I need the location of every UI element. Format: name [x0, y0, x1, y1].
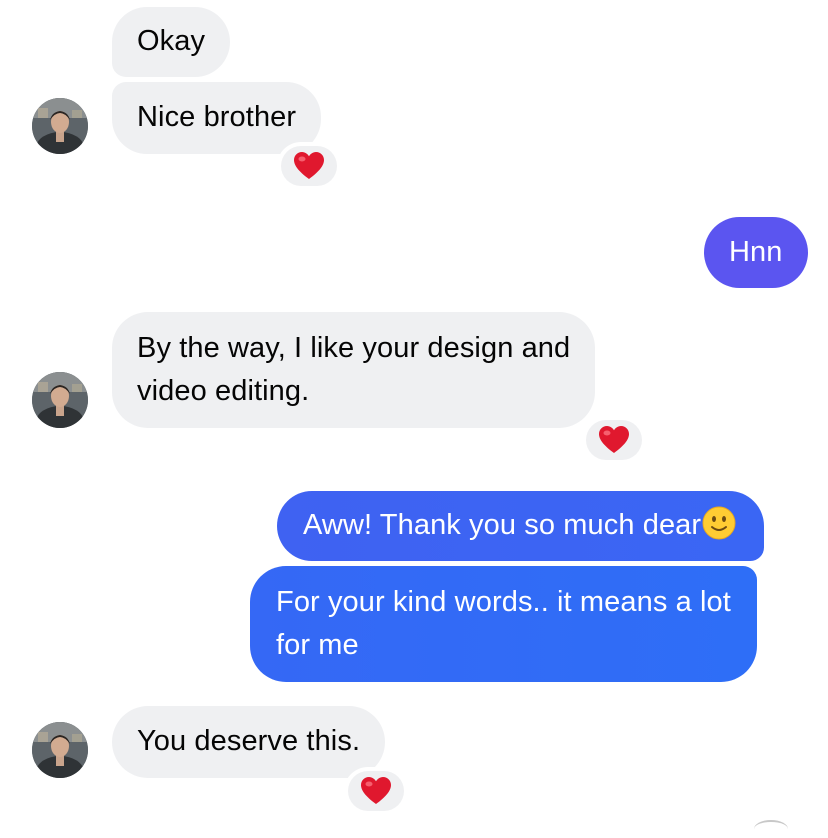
slightly-smiling-face-icon	[702, 506, 736, 540]
avatar[interactable]	[32, 98, 88, 154]
red-heart-icon	[599, 426, 629, 453]
heart-reaction[interactable]	[348, 771, 404, 811]
outgoing-message-bubble[interactable]: For your kind words.. it means a lot for…	[250, 566, 757, 682]
red-heart-icon	[361, 777, 391, 804]
avatar-photo-icon	[32, 372, 88, 428]
message-text: Okay	[137, 25, 206, 57]
incoming-message-bubble[interactable]: Okay	[112, 7, 231, 77]
avatar-photo-icon	[32, 722, 88, 778]
message-text-line: For your kind words.. it means a lot	[276, 586, 731, 618]
red-heart-icon	[294, 152, 324, 179]
message-text: Nice brother	[137, 101, 297, 133]
message-text: You deserve this.	[137, 725, 361, 757]
avatar-photo-icon	[32, 98, 88, 154]
seen-indicator-edge	[754, 820, 788, 838]
message-text: Aww! Thank you so much dear	[303, 509, 702, 541]
outgoing-message-bubble[interactable]: Aww! Thank you so much dear	[277, 491, 765, 561]
message-text-line: video editing.	[137, 375, 310, 407]
incoming-message-bubble[interactable]: By the way, I like your design and video…	[112, 312, 596, 428]
message-text-line: By the way, I like your design and	[137, 332, 571, 364]
heart-reaction[interactable]	[586, 420, 642, 460]
message-text-line: for me	[276, 629, 359, 661]
incoming-message-bubble[interactable]: Nice brother	[112, 82, 322, 154]
message-text: Hnn	[729, 236, 783, 268]
avatar[interactable]	[32, 372, 88, 428]
avatar[interactable]	[32, 722, 88, 778]
heart-reaction[interactable]	[281, 146, 337, 186]
outgoing-message-bubble[interactable]: Hnn	[704, 217, 808, 288]
incoming-message-bubble[interactable]: You deserve this.	[112, 706, 386, 778]
